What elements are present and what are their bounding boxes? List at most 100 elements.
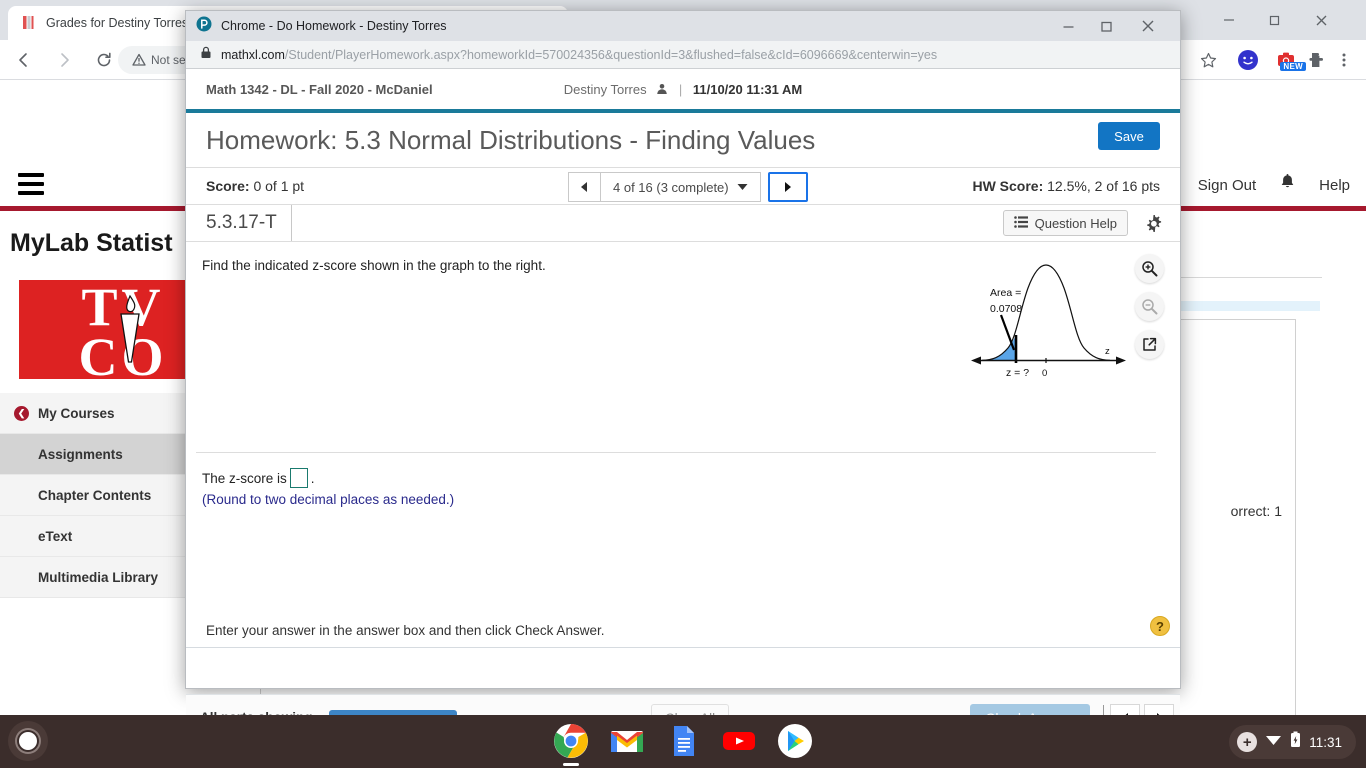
- pearson-icon: [196, 16, 212, 37]
- z-score-input[interactable]: [289, 468, 308, 488]
- caret-down-icon: [737, 184, 748, 190]
- screen: Grades for Destiny Torres: Not sec NEW S…: [0, 0, 1366, 768]
- question-position-dropdown[interactable]: 4 of 16 (3 complete): [600, 172, 761, 202]
- footer-instruction-row: Enter your answer in the answer box and …: [186, 614, 1180, 648]
- gear-icon[interactable]: [1140, 210, 1166, 236]
- hw-score-label: HW Score:: [972, 178, 1044, 194]
- question-id: 5.3.17-T: [186, 205, 292, 241]
- chart-mean-label: 0: [1042, 368, 1047, 379]
- sidebar-item-label: Chapter Contents: [38, 487, 152, 503]
- avatar-icon[interactable]: [1236, 48, 1260, 72]
- correct-count-text: orrect: 1: [1230, 503, 1282, 519]
- list-icon: [1013, 215, 1028, 231]
- menu-hamburger-icon[interactable]: [18, 173, 44, 200]
- reload-button[interactable]: [88, 44, 120, 76]
- forward-button[interactable]: [48, 44, 80, 76]
- normal-distribution-chart: Area = 0.0708 z = ? 0 z: [968, 250, 1133, 380]
- sidebar-item-label: eText: [38, 528, 73, 544]
- answer-divider: [196, 452, 1156, 453]
- back-circle-icon: ❮: [14, 405, 29, 421]
- chromeos-shelf: + 11:31: [0, 715, 1366, 768]
- answer-prefix: The z-score is: [202, 470, 287, 486]
- question-id-row: 5.3.17-T Question Help: [186, 205, 1180, 242]
- user-separator: |: [678, 81, 683, 97]
- question-prompt: Find the indicated z-score shown in the …: [202, 258, 546, 273]
- question-position-label: 4 of 16 (3 complete): [613, 179, 729, 195]
- popup-minimize-button[interactable]: [1052, 11, 1084, 41]
- page-title: Homework: 5.3 Normal Distributions - Fin…: [206, 124, 816, 155]
- external-link-icon[interactable]: [1135, 330, 1164, 359]
- battery-icon[interactable]: [1290, 731, 1301, 753]
- shelf-app-list: [0, 723, 1366, 766]
- bg-maximize-button[interactable]: [1262, 8, 1288, 32]
- popup-titlebar[interactable]: Chrome - Do Homework - Destiny Torres: [186, 11, 1180, 41]
- background-tab-title: Grades for Destiny Torres:: [46, 16, 192, 30]
- help-link[interactable]: Help: [1303, 177, 1366, 194]
- lock-icon: [200, 46, 212, 64]
- plus-circle-icon[interactable]: +: [1237, 732, 1258, 752]
- help-bubble-icon[interactable]: ?: [1150, 616, 1170, 636]
- zoom-out-icon[interactable]: [1135, 292, 1164, 321]
- page-top-nav: Sign Out Help: [1182, 173, 1366, 197]
- chart-area-label-1: Area =: [990, 287, 1021, 299]
- footer-instruction: Enter your answer in the answer box and …: [206, 623, 605, 638]
- three-dot-icon[interactable]: [1332, 48, 1356, 72]
- back-button[interactable]: [8, 44, 40, 76]
- bg-close-button[interactable]: [1308, 8, 1334, 32]
- gmail-icon[interactable]: [609, 723, 645, 759]
- sidebar-item-label: My Courses: [38, 405, 115, 421]
- wifi-icon[interactable]: [1265, 733, 1282, 751]
- not-secure-warning: Not sec: [132, 53, 192, 67]
- bg-minimize-button[interactable]: [1216, 8, 1242, 32]
- popup-maximize-button[interactable]: [1090, 11, 1122, 41]
- hw-score-value: 12.5%, 2 of 16 pts: [1047, 178, 1160, 194]
- prev-question-button[interactable]: [568, 172, 600, 202]
- score-label-text: Score:: [206, 178, 250, 194]
- play-store-icon[interactable]: [777, 723, 813, 759]
- youtube-icon[interactable]: [721, 723, 757, 759]
- bell-icon[interactable]: [1272, 173, 1303, 197]
- mylab-brand: MyLab Statist: [10, 229, 173, 257]
- chrome-active-indicator: [563, 763, 579, 766]
- popup-url-path: /Student/PlayerHomework.aspx?homeworkId=…: [284, 47, 938, 62]
- chart-axis-label: z: [1105, 346, 1110, 357]
- graph-tools: [1135, 254, 1164, 359]
- chart-leader-line: [999, 314, 1016, 351]
- chrome-icon[interactable]: [553, 723, 589, 766]
- next-question-button[interactable]: [767, 172, 808, 202]
- person-icon: [656, 82, 672, 97]
- homework-title-row: Homework: 5.3 Normal Distributions - Fin…: [186, 113, 1180, 167]
- puzzle-icon[interactable]: [1306, 48, 1330, 72]
- save-button[interactable]: Save: [1098, 122, 1160, 150]
- sidebar-item-label: Assignments: [38, 446, 123, 462]
- answer-line: The z-score is .: [202, 468, 315, 488]
- tray-clock: 11:31: [1309, 734, 1342, 750]
- popup-url-text: mathxl.com/Student/PlayerHomework.aspx?h…: [221, 48, 937, 62]
- question-body: Find the indicated z-score shown in the …: [186, 242, 1180, 660]
- score-value: 0 of 1 pt: [253, 178, 305, 194]
- score-row: Score: 0 of 1 pt 4 of 16 (3 complete) HW…: [186, 167, 1180, 205]
- score-label: Score: 0 of 1 pt: [206, 178, 304, 194]
- popup-close-button[interactable]: [1132, 11, 1164, 41]
- question-help-label: Question Help: [1034, 215, 1117, 231]
- user-name: Destiny Torres: [563, 81, 647, 97]
- bookmark-icon: [20, 15, 36, 31]
- homework-popup-window: Chrome - Do Homework - Destiny Torres ma…: [185, 10, 1181, 740]
- question-help-button[interactable]: Question Help: [1002, 210, 1128, 236]
- chart-axis-arrow-left: [971, 356, 981, 365]
- new-badge: NEW: [1280, 62, 1306, 71]
- chart-area-label-2: 0.0708: [990, 303, 1022, 315]
- popup-address-bar[interactable]: mathxl.com/Student/PlayerHomework.aspx?h…: [186, 41, 1180, 69]
- sign-out-link[interactable]: Sign Out: [1182, 177, 1272, 194]
- popup-url-domain: mathxl.com: [221, 47, 285, 62]
- sidebar-item-label: Multimedia Library: [38, 569, 159, 585]
- mathxl-header: Math 1342 - DL - Fall 2020 - McDaniel De…: [186, 69, 1180, 109]
- torch-icon: [120, 294, 140, 363]
- docs-icon[interactable]: [665, 723, 701, 759]
- chart-shaded-area: [988, 335, 1016, 360]
- answer-suffix: .: [310, 470, 315, 486]
- zoom-in-icon[interactable]: [1135, 254, 1164, 283]
- status-tray[interactable]: + 11:31: [1229, 725, 1356, 759]
- star-icon[interactable]: [1196, 48, 1220, 72]
- chart-axis-arrow-right: [1116, 356, 1126, 365]
